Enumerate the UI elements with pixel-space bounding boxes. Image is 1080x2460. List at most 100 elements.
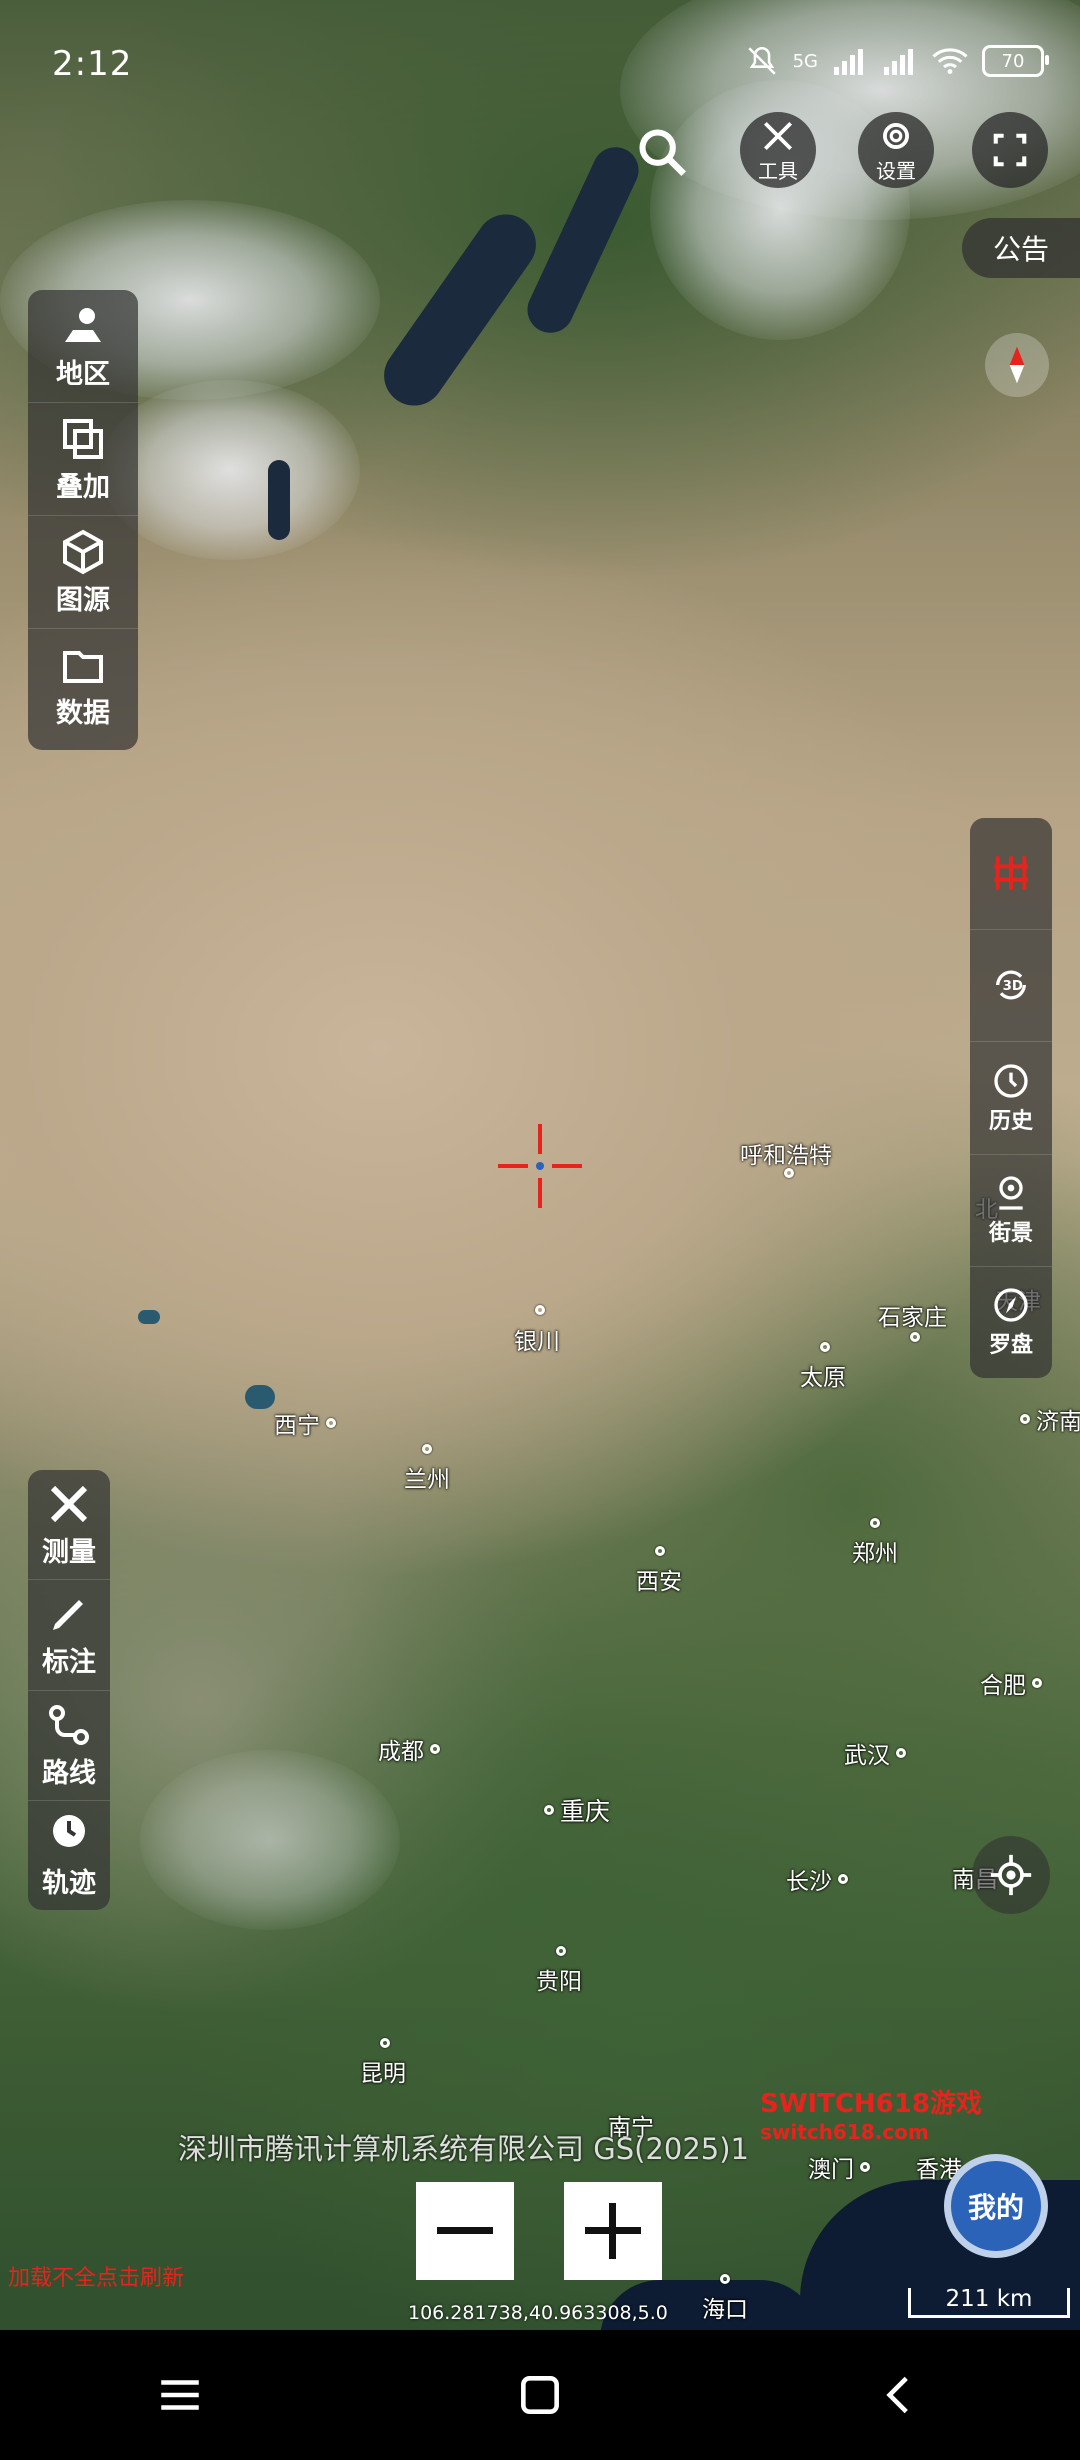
city-label[interactable]: 昆明 [360, 2054, 406, 2088]
city-label[interactable]: 长沙 [786, 1862, 848, 1896]
city-label[interactable]: 石家庄 [878, 1298, 947, 1332]
north-compass[interactable] [985, 333, 1049, 397]
battery-level: 70 [1001, 50, 1025, 72]
reload-hint[interactable]: 加载不全点击刷新 [8, 2260, 184, 2292]
measure-button[interactable]: 测量 [28, 1470, 110, 1581]
clock-icon [994, 1064, 1028, 1098]
city-dot [535, 1305, 545, 1315]
watermark-line2: switch618.com [760, 2120, 929, 2144]
status-icons: 5G 70 [745, 44, 1049, 78]
fullscreen-icon [993, 133, 1027, 167]
data-label: 数据 [56, 697, 110, 729]
city-label[interactable]: 贵阳 [536, 1962, 582, 1996]
tools-icon [763, 121, 793, 150]
city-label[interactable]: 武汉 [844, 1736, 906, 1770]
city-dot [870, 1518, 880, 1528]
city-label[interactable]: 重庆 [544, 1792, 610, 1828]
city-label[interactable]: 合肥 [980, 1666, 1042, 1700]
battery-icon: 70 [982, 45, 1049, 77]
settings-label: 设置 [876, 158, 916, 183]
streetview-label: 街景 [988, 1221, 1033, 1247]
gear-icon [883, 122, 909, 149]
history-label: 历史 [988, 1109, 1033, 1134]
city-label[interactable]: 郑州 [852, 1534, 898, 1568]
city-dot [655, 1546, 665, 1556]
data-icon [63, 650, 103, 683]
compass-needle-icon [1009, 346, 1025, 384]
city-dot [784, 1168, 794, 1178]
overlay-icon [63, 418, 103, 459]
system-nav-bar [0, 2330, 1080, 2460]
city-label[interactable]: 西安 [636, 1562, 682, 1596]
tools-button[interactable]: 工具 [740, 112, 816, 188]
minus-icon [437, 2227, 493, 2234]
mute-icon [747, 46, 776, 75]
city-label[interactable]: 澳门 [808, 2150, 870, 2184]
route-button[interactable]: 路线 [28, 1691, 110, 1801]
compass-button[interactable]: 罗盘 [970, 1267, 1052, 1378]
city-label[interactable]: 呼和浩特 [740, 1136, 832, 1170]
measure-label: 测量 [42, 1537, 96, 1569]
back-icon[interactable] [875, 2370, 925, 2420]
tools-label: 工具 [758, 158, 798, 183]
status-bar: 2:12 5G 70 [0, 0, 1080, 130]
route-label: 路线 [42, 1757, 96, 1789]
road-grid-button[interactable] [970, 818, 1052, 931]
city-dot [820, 1342, 830, 1352]
city-dot [910, 1332, 920, 1342]
menu-icon[interactable] [155, 2370, 205, 2420]
search-icon [639, 129, 686, 176]
track-label: 轨迹 [42, 1867, 96, 1899]
overlay-label: 叠加 [56, 471, 110, 503]
3d-rotate-button[interactable]: 3D [970, 930, 1052, 1043]
track-button[interactable]: 轨迹 [28, 1801, 110, 1910]
city-label[interactable]: 海口 [702, 2290, 748, 2324]
annotate-button[interactable]: 标注 [28, 1580, 110, 1691]
zoom-out-button[interactable] [416, 2182, 514, 2280]
plus-icon [585, 2203, 641, 2259]
region-label: 地区 [56, 358, 110, 390]
locate-icon [990, 1854, 1032, 1896]
overlay-button[interactable]: 叠加 [28, 403, 138, 516]
city-dot [556, 1946, 566, 1956]
tools-toolbar: 测量 标注 路线 轨迹 [28, 1470, 110, 1910]
scale-bar: 211 km [908, 2288, 1070, 2318]
history-button[interactable]: 历史 [970, 1042, 1052, 1155]
city-label[interactable]: 银川 [514, 1322, 560, 1356]
status-time: 2:12 [52, 44, 133, 84]
fullscreen-button[interactable] [972, 112, 1048, 188]
annotate-label: 标注 [42, 1647, 96, 1679]
pin-icon [999, 1176, 1023, 1210]
track-icon [53, 1814, 85, 1847]
city-label[interactable]: 兰州 [404, 1460, 450, 1494]
streetview-button[interactable]: 街景 [970, 1155, 1052, 1267]
route-icon [49, 1704, 89, 1745]
region-icon [65, 307, 101, 342]
settings-button[interactable]: 设置 [858, 112, 934, 188]
city-label[interactable]: 西宁 [274, 1406, 336, 1440]
city-label[interactable]: 成都 [378, 1732, 440, 1766]
svg-text:3D: 3D [1003, 979, 1023, 994]
ruler-icon [50, 1486, 88, 1523]
coordinate-readout: 106.281738,40.963308,5.0 [408, 2302, 668, 2324]
city-label[interactable]: 太原 [800, 1358, 846, 1392]
home-icon[interactable] [515, 2370, 565, 2420]
right-toolbar: 3D 历史 街景 罗盘 [970, 818, 1052, 1378]
data-button[interactable]: 数据 [28, 629, 138, 741]
region-button[interactable]: 地区 [28, 290, 138, 403]
locate-button[interactable] [972, 1836, 1050, 1914]
watermark-line1: SWITCH618游戏 [760, 2089, 982, 2119]
source-icon [63, 529, 103, 574]
city-dot [422, 1444, 432, 1454]
source-button[interactable]: 图源 [28, 516, 138, 629]
notice-button[interactable]: 公告 [962, 218, 1080, 278]
compass-icon [994, 1288, 1028, 1323]
city-label[interactable]: 济南 [1020, 1402, 1080, 1436]
mine-button[interactable]: 我的 [944, 2154, 1048, 2258]
map-copyright: 深圳市腾讯计算机系统有限公司 GS(2025)1 [178, 2132, 749, 2166]
zoom-in-button[interactable] [564, 2182, 662, 2280]
search-button[interactable] [624, 114, 700, 190]
pen-icon [53, 1600, 83, 1631]
wifi-icon [932, 48, 968, 74]
city-dot [380, 2038, 390, 2048]
